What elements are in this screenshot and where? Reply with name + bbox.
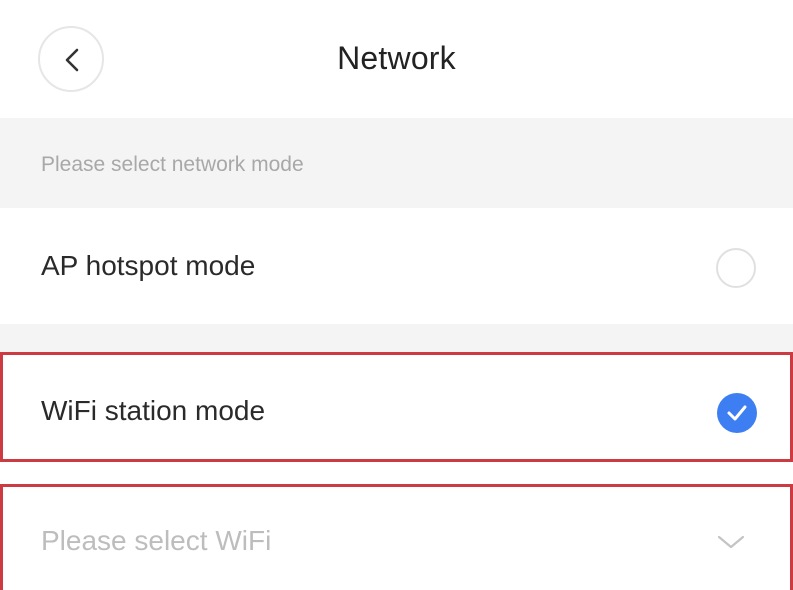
option-ap-hotspot-mode[interactable]: AP hotspot mode bbox=[0, 208, 793, 324]
option-label: AP hotspot mode bbox=[41, 250, 256, 281]
wifi-select-placeholder: Please select WiFi bbox=[41, 525, 272, 556]
checkmark-icon bbox=[727, 405, 747, 421]
section-header: Please select network mode bbox=[0, 118, 793, 208]
wifi-select-dropdown[interactable]: Please select WiFi bbox=[0, 484, 793, 590]
radio-checked-icon[interactable] bbox=[717, 393, 757, 433]
divider-band bbox=[0, 324, 793, 352]
network-settings-screen: Network Please select network mode AP ho… bbox=[0, 0, 793, 590]
section-label: Please select network mode bbox=[41, 153, 304, 176]
option-label: WiFi station mode bbox=[41, 395, 266, 426]
spacer bbox=[0, 462, 793, 484]
chevron-down-icon bbox=[717, 535, 745, 549]
option-wifi-station-mode[interactable]: WiFi station mode bbox=[0, 352, 793, 462]
header: Network bbox=[0, 0, 793, 118]
radio-unchecked-icon[interactable] bbox=[716, 248, 756, 288]
page-title: Network bbox=[337, 40, 456, 76]
